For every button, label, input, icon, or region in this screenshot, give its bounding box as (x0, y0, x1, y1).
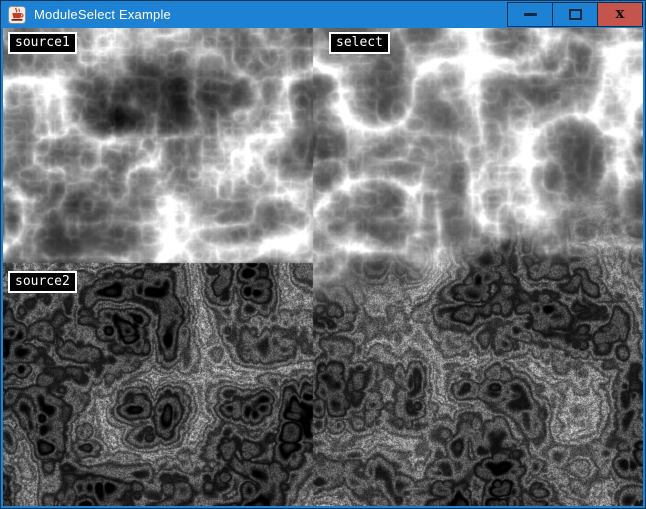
window: ModuleSelect Example x source1 select so… (0, 0, 646, 509)
label-source1: source1 (8, 32, 77, 54)
minimize-button[interactable] (507, 2, 553, 27)
java-coffee-cup-icon[interactable] (8, 6, 26, 24)
noise-render-canvas (3, 28, 643, 506)
label-source2: source2 (8, 271, 77, 293)
maximize-button[interactable] (552, 2, 598, 27)
close-button[interactable]: x (597, 2, 643, 27)
maximize-icon (569, 9, 582, 20)
client-area: source1 select source2 (3, 28, 643, 506)
window-title: ModuleSelect Example (34, 7, 171, 22)
close-icon: x (616, 6, 625, 21)
minimize-icon (524, 13, 537, 16)
label-select: select (329, 32, 390, 54)
window-controls: x (508, 2, 643, 27)
